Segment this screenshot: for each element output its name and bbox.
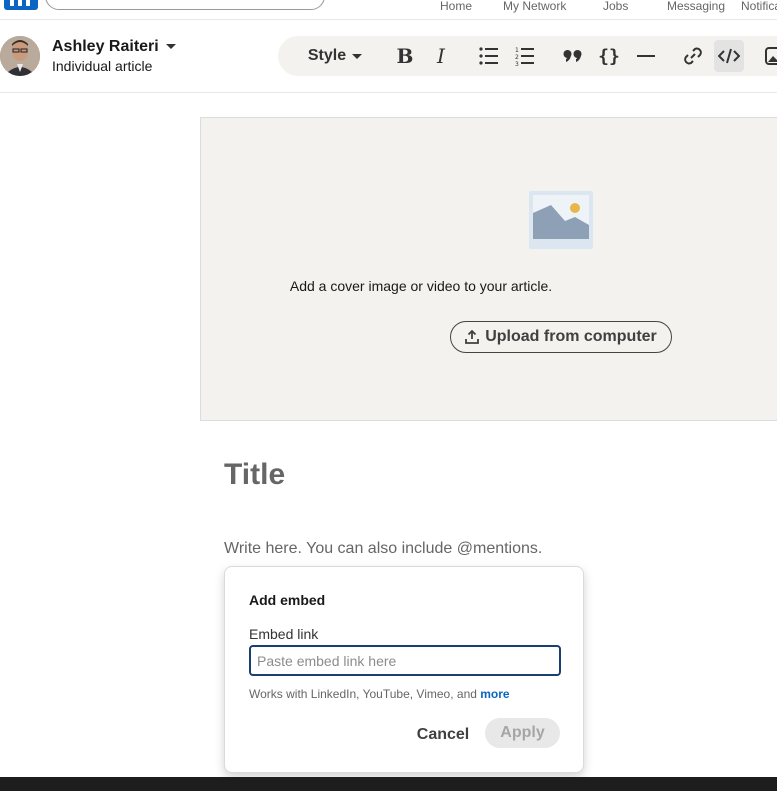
upload-icon <box>465 330 480 344</box>
svg-text:2: 2 <box>515 54 519 61</box>
more-link[interactable]: more <box>480 687 509 701</box>
image-icon[interactable] <box>760 40 777 72</box>
chevron-down-icon <box>352 53 363 59</box>
add-embed-dialog: Add embed Embed link Works with LinkedIn… <box>224 566 584 773</box>
author-dropdown-icon[interactable] <box>166 44 176 49</box>
cover-image-area[interactable]: Add a cover image or video to your artic… <box>200 117 777 421</box>
svg-text:3: 3 <box>515 61 519 66</box>
italic-icon[interactable]: I <box>426 40 456 72</box>
author-name[interactable]: Ashley Raiteri <box>52 38 159 56</box>
cancel-button[interactable]: Cancel <box>411 720 475 750</box>
nav-my-network[interactable]: My Network <box>503 0 566 12</box>
numbered-list-icon[interactable]: 123 <box>510 40 540 72</box>
embed-link-input[interactable] <box>249 645 561 676</box>
embed-icon[interactable] <box>714 40 744 72</box>
upload-from-computer-button[interactable]: Upload from computer <box>450 321 672 353</box>
dialog-title: Add embed <box>249 592 326 608</box>
avatar[interactable] <box>0 36 40 76</box>
bold-icon[interactable]: B <box>390 40 420 72</box>
code-block-icon[interactable]: {} <box>594 40 624 72</box>
bottom-bar <box>0 777 777 791</box>
search-input[interactable] <box>45 0 325 10</box>
link-icon[interactable] <box>678 40 708 72</box>
nav-home[interactable]: Home <box>440 0 472 12</box>
linkedin-logo-icon[interactable] <box>4 0 38 10</box>
quote-icon[interactable] <box>558 40 588 72</box>
author-subtitle: Individual article <box>52 58 153 74</box>
top-nav: Home My Network Jobs Messaging Notificat… <box>0 0 777 20</box>
style-label: Style <box>307 47 347 64</box>
body-field[interactable]: Write here. You can also include @mentio… <box>224 540 542 558</box>
cover-prompt: Add a cover image or video to your artic… <box>289 278 553 294</box>
article-editor-page: Home My Network Jobs Messaging Notificat… <box>0 0 777 791</box>
image-placeholder-icon <box>529 191 593 249</box>
help-text: Works with LinkedIn, YouTube, Vimeo, and <box>249 687 481 701</box>
title-field[interactable]: Title <box>224 458 285 492</box>
apply-button[interactable]: Apply <box>485 718 560 748</box>
nav-notifications[interactable]: Notifications <box>741 0 777 12</box>
svg-text:1: 1 <box>515 47 519 54</box>
nav-messaging[interactable]: Messaging <box>667 0 725 12</box>
style-dropdown[interactable]: Style <box>300 40 370 72</box>
nav-jobs[interactable]: Jobs <box>603 0 628 12</box>
embed-link-label: Embed link <box>249 626 319 642</box>
bulleted-list-icon[interactable] <box>474 40 504 72</box>
upload-label: Upload from computer <box>485 328 657 345</box>
formatting-toolbar: Style B I 123 {} <box>278 36 777 76</box>
divider-icon[interactable] <box>631 40 661 72</box>
editor-header: Ashley Raiteri Individual article Style … <box>0 20 777 93</box>
supported-services-note: Works with LinkedIn, YouTube, Vimeo, and… <box>249 687 510 701</box>
